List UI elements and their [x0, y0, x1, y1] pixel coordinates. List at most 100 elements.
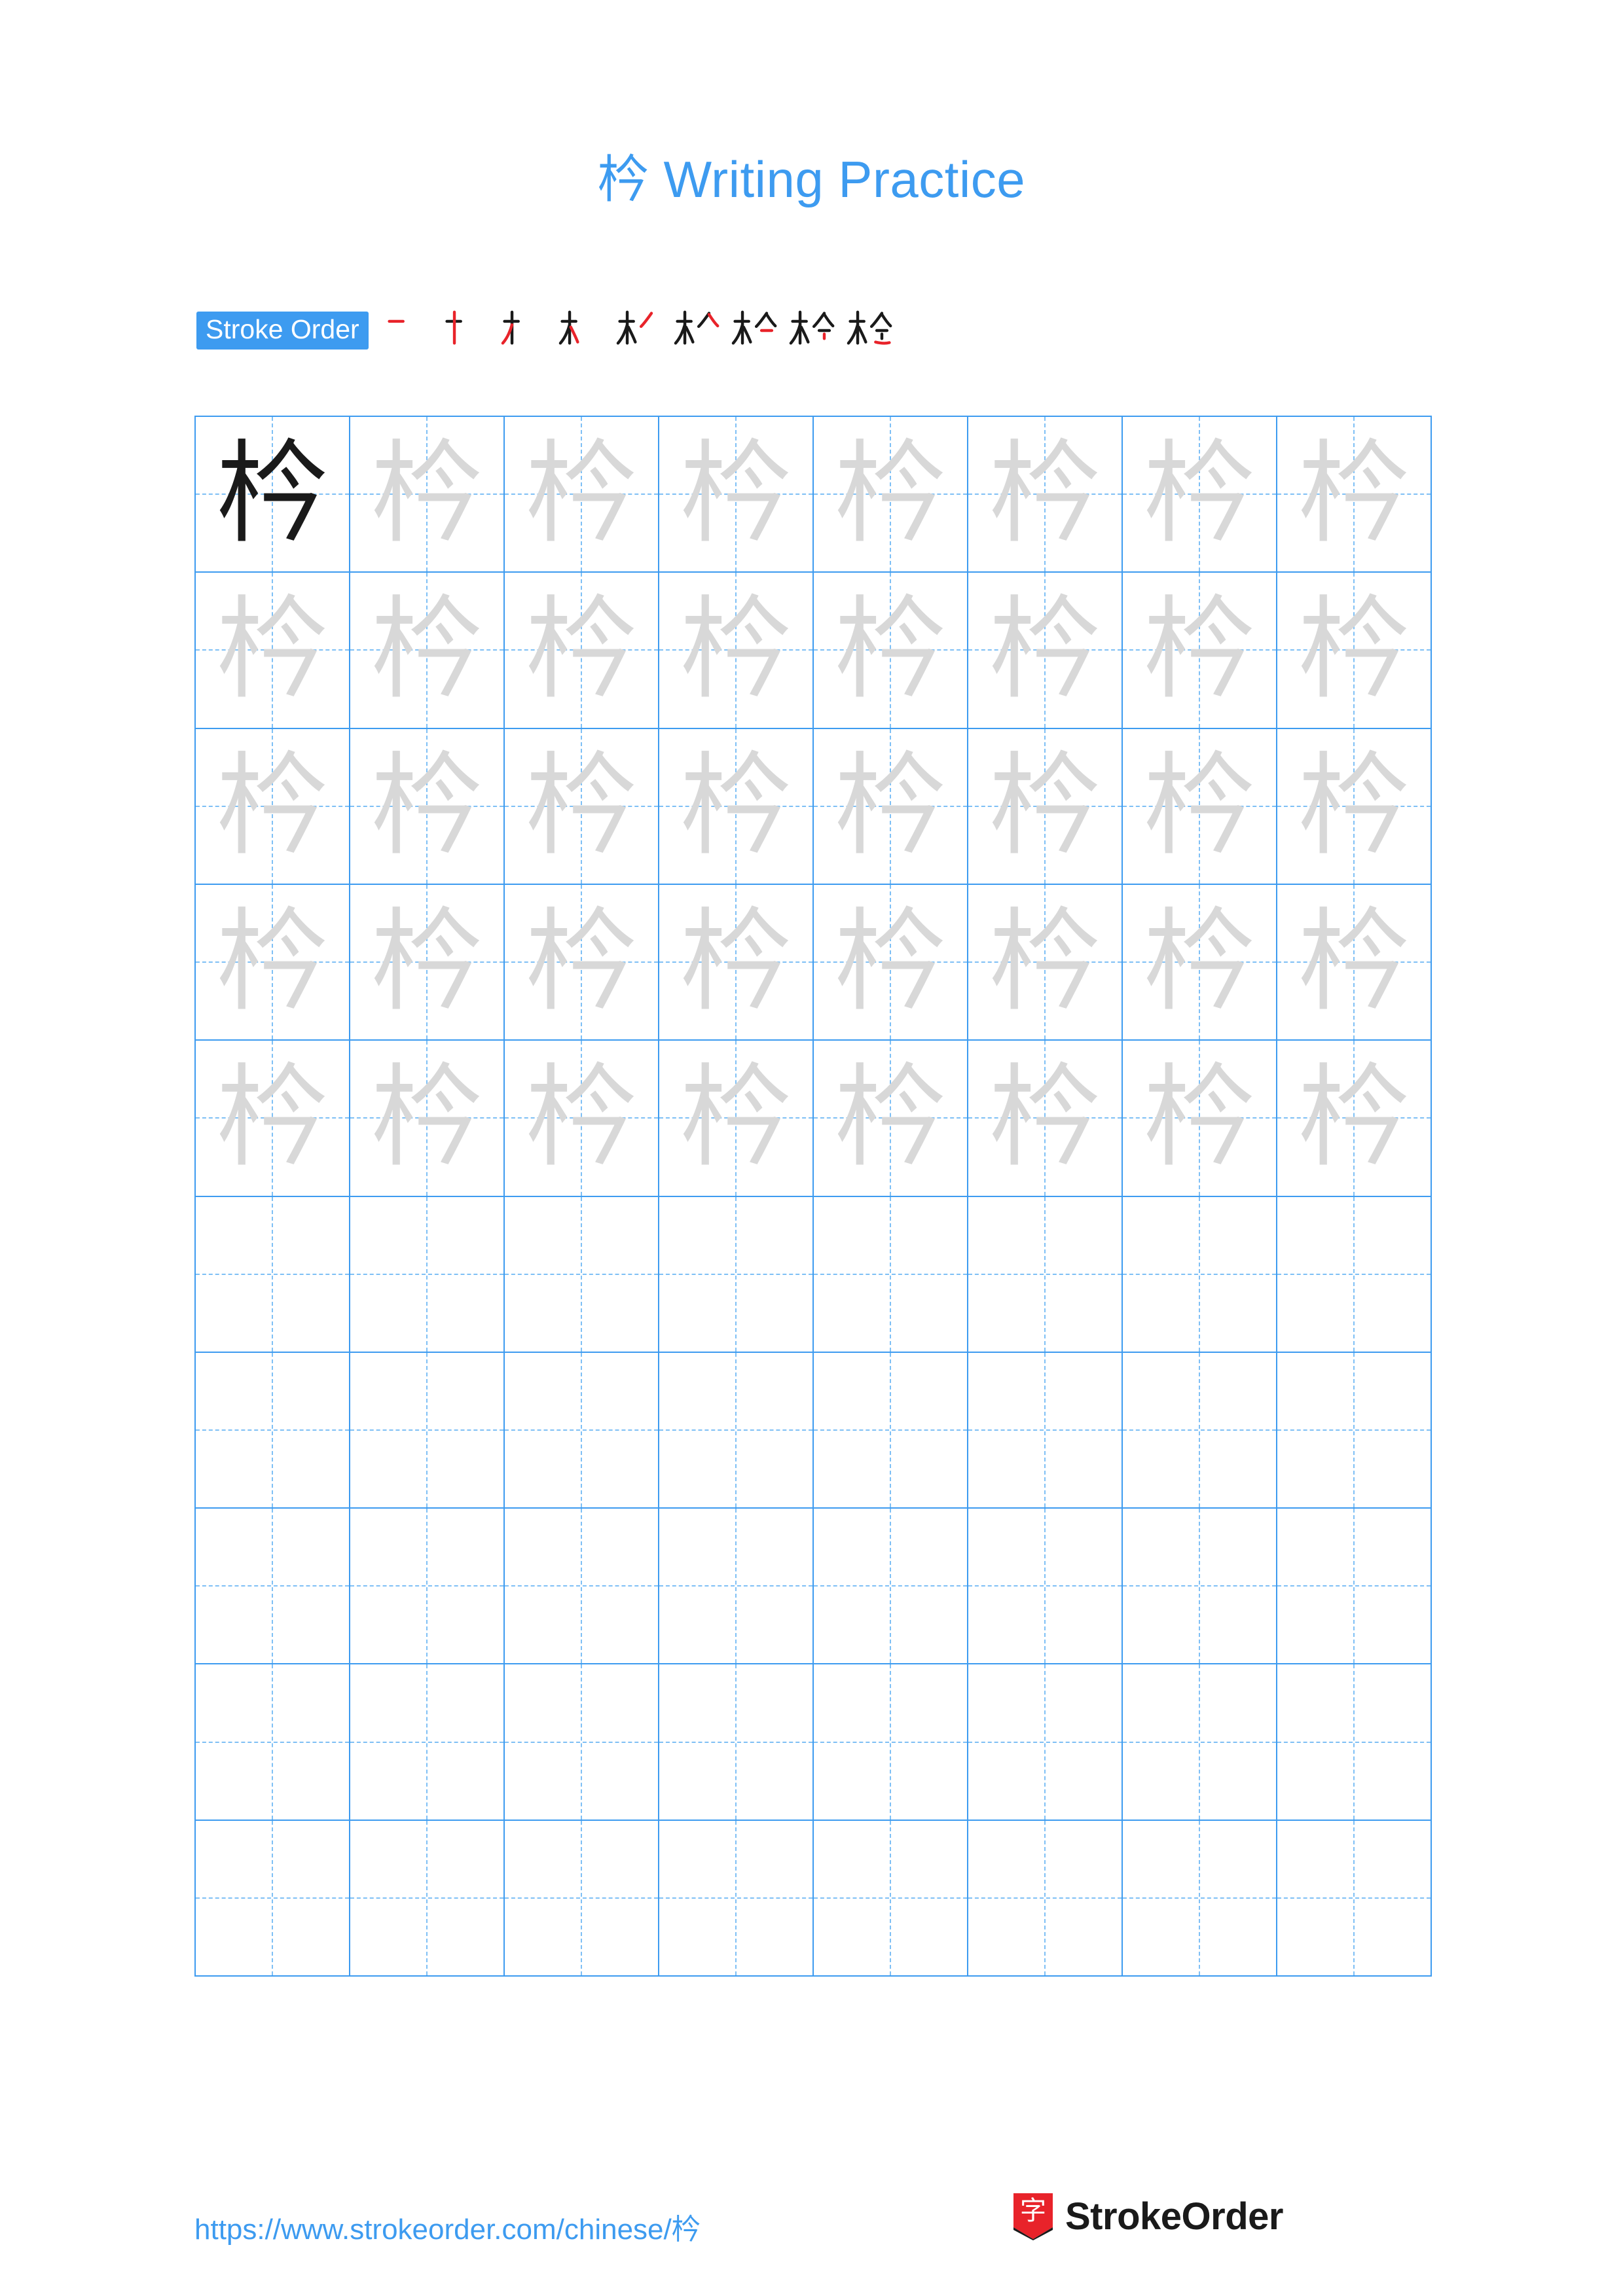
trace-character: 枔 [1143, 897, 1255, 1028]
practice-cell [505, 1352, 659, 1509]
practice-cell: 枔 [814, 884, 968, 1041]
stroke-order-section: Stroke Order [196, 304, 896, 357]
practice-cell [1277, 1820, 1432, 1977]
practice-cell [1277, 1664, 1432, 1821]
practice-cell [814, 1196, 968, 1353]
trace-character: 枔 [525, 429, 637, 560]
empty-cell [1277, 1353, 1431, 1507]
empty-cell [350, 1509, 503, 1663]
empty-cell [659, 1353, 812, 1507]
stroke-step-3 [493, 302, 551, 359]
trace-character: 枔 [834, 1053, 946, 1183]
trace-character: 枔 [1298, 1053, 1410, 1183]
practice-cell: 枔 [1277, 728, 1432, 885]
empty-cell [968, 1197, 1122, 1352]
practice-cell [814, 1664, 968, 1821]
practice-cell [1123, 1196, 1277, 1353]
practice-cell [814, 1509, 968, 1665]
practice-cell [659, 1509, 814, 1665]
practice-cell: 枔 [968, 573, 1123, 729]
empty-cell [659, 1509, 812, 1663]
stroke-step-9 [839, 302, 896, 359]
trace-character: 枔 [680, 1053, 792, 1183]
empty-cell [196, 1664, 349, 1819]
footer-url-link[interactable]: https://www.strokeorder.com/chinese/枔 [194, 2206, 701, 2248]
practice-cell: 枔 [1123, 573, 1277, 729]
empty-cell [1123, 1509, 1276, 1663]
empty-cell [659, 1197, 812, 1352]
trace-character: 枔 [1143, 1053, 1255, 1183]
empty-cell [1277, 1664, 1431, 1819]
practice-cell [350, 1664, 505, 1821]
practice-cell [1123, 1509, 1277, 1665]
trace-character: 枔 [834, 585, 946, 715]
practice-cell: 枔 [1123, 1041, 1277, 1197]
empty-cell [196, 1197, 349, 1352]
practice-cell: 枔 [196, 884, 350, 1041]
practice-cell [350, 1820, 505, 1977]
practice-cell [1123, 1820, 1277, 1977]
svg-text:字: 字 [1020, 2196, 1046, 2226]
empty-cell [814, 1664, 967, 1819]
practice-cell: 枔 [659, 417, 814, 573]
practice-cell: 枔 [814, 417, 968, 573]
practice-cell: 枔 [968, 728, 1123, 885]
empty-cell [196, 1353, 349, 1507]
trace-character: 枔 [680, 429, 792, 560]
empty-cell [505, 1664, 658, 1819]
practice-cell [1277, 1509, 1432, 1665]
stroke-order-steps [378, 302, 896, 359]
practice-cell: 枔 [505, 728, 659, 885]
practice-cell: 枔 [350, 1041, 505, 1197]
practice-cell: 枔 [1123, 728, 1277, 885]
practice-cell [659, 1196, 814, 1353]
empty-cell [1277, 1197, 1431, 1352]
practice-cell [505, 1664, 659, 1821]
practice-cell [505, 1196, 659, 1353]
practice-cell [196, 1664, 350, 1821]
empty-cell [968, 1509, 1122, 1663]
empty-cell [968, 1664, 1122, 1819]
practice-cell [505, 1509, 659, 1665]
practice-cell [196, 1820, 350, 1977]
trace-character: 枔 [834, 429, 946, 560]
empty-cell [196, 1821, 349, 1975]
empty-cell [505, 1197, 658, 1352]
empty-cell [814, 1509, 967, 1663]
empty-cell [814, 1821, 967, 1975]
practice-cell: 枔 [350, 728, 505, 885]
trace-character: 枔 [525, 1053, 637, 1183]
practice-grid: 枔枔枔枔枔枔枔枔枔枔枔枔枔枔枔枔枔枔枔枔枔枔枔枔枔枔枔枔枔枔枔枔枔枔枔枔枔枔枔枔 [194, 416, 1432, 1977]
trace-character: 枔 [371, 429, 483, 560]
trace-character: 枔 [1143, 741, 1255, 871]
trace-character: 枔 [1143, 585, 1255, 715]
brand-name: StrokeOrder [1065, 2195, 1283, 2238]
empty-cell [968, 1353, 1122, 1507]
trace-character: 枔 [216, 741, 328, 871]
practice-cell: 枔 [1123, 884, 1277, 1041]
trace-character: 枔 [680, 585, 792, 715]
practice-cell: 枔 [968, 884, 1123, 1041]
empty-cell [350, 1821, 503, 1975]
practice-cell: 枔 [814, 728, 968, 885]
practice-cell: 枔 [350, 884, 505, 1041]
empty-cell [505, 1509, 658, 1663]
practice-cell [1277, 1196, 1432, 1353]
practice-cell [1123, 1352, 1277, 1509]
strokeorder-logo-icon: 字 [1012, 2192, 1055, 2240]
practice-cell [196, 1352, 350, 1509]
practice-cell: 枔 [505, 573, 659, 729]
trace-character: 枔 [216, 585, 328, 715]
trace-character: 枔 [1298, 429, 1410, 560]
trace-character: 枔 [1298, 585, 1410, 715]
empty-cell [1277, 1821, 1431, 1975]
practice-cell: 枔 [196, 417, 350, 573]
trace-character: 枔 [216, 897, 328, 1028]
practice-cell [659, 1664, 814, 1821]
empty-cell [1123, 1664, 1276, 1819]
footer-brand: 字 StrokeOrder [1012, 2191, 1283, 2241]
practice-cell [814, 1352, 968, 1509]
trace-character: 枔 [989, 429, 1101, 560]
practice-cell: 枔 [1277, 884, 1432, 1041]
practice-cell: 枔 [505, 884, 659, 1041]
